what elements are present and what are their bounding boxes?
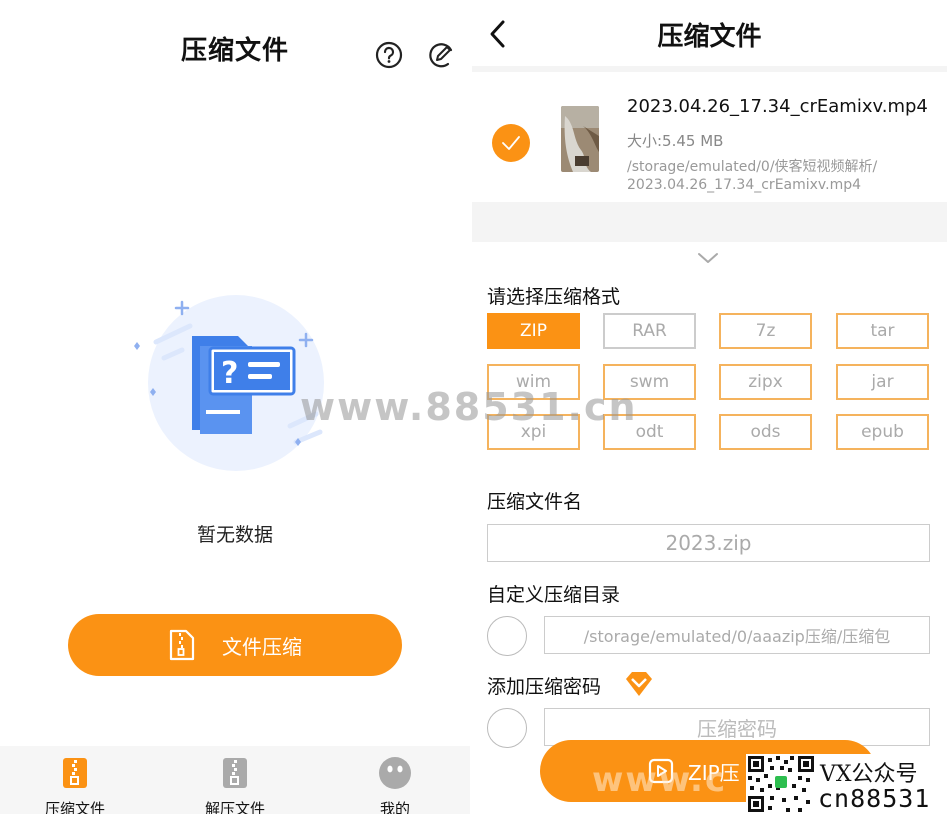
compress-file-label: 文件压缩 bbox=[222, 634, 302, 659]
file-path: /storage/emulated/0/侠客短视频解析/ 2023.04.26_… bbox=[627, 158, 927, 194]
empty-state-text: 暂无数据 bbox=[196, 524, 273, 546]
check-icon bbox=[502, 136, 520, 150]
promo-label: VX公众号 cn88531 bbox=[816, 754, 947, 814]
format-option-zip[interactable]: ZIP bbox=[487, 313, 580, 349]
file-checkbox[interactable] bbox=[492, 124, 530, 162]
watermark-bottom: www.c bbox=[592, 760, 728, 800]
format-option-epub[interactable]: epub bbox=[836, 414, 929, 450]
password-radio[interactable] bbox=[487, 708, 527, 748]
zip-document-icon bbox=[169, 629, 195, 661]
format-option-zipx[interactable]: zipx bbox=[719, 364, 812, 400]
video-thumbnail bbox=[561, 106, 599, 172]
compress-file-button[interactable]: 文件压缩 bbox=[68, 614, 402, 676]
format-option-7z[interactable]: 7z bbox=[719, 313, 812, 349]
password-section-label: 添加压缩密码 bbox=[487, 676, 602, 698]
nav-label-extract: 解压文件 bbox=[204, 800, 265, 814]
custom-directory-radio[interactable] bbox=[487, 616, 527, 656]
file-path-line-1: /storage/emulated/0/侠客短视频解析/ bbox=[627, 159, 878, 175]
vip-diamond-icon bbox=[626, 672, 652, 696]
page-title: 压缩文件 bbox=[657, 22, 762, 52]
chevron-down-icon[interactable] bbox=[696, 250, 720, 266]
format-option-rar[interactable]: RAR bbox=[603, 313, 696, 349]
edit-icon[interactable] bbox=[426, 40, 456, 70]
nav-item-extract[interactable]: 解压文件 bbox=[170, 752, 300, 814]
nav-item-compress[interactable]: 压缩文件 bbox=[10, 752, 140, 814]
directory-section-label: 自定义压缩目录 bbox=[487, 584, 621, 606]
watermark: www.88531.cn bbox=[300, 385, 638, 429]
file-size: 大小:5.45 MB bbox=[627, 132, 724, 150]
filename-section-label: 压缩文件名 bbox=[487, 491, 583, 513]
file-row[interactable]: 2023.04.26_17.34_crEamixv.mp4 大小:5.45 MB… bbox=[472, 72, 947, 202]
format-option-ods[interactable]: ods bbox=[719, 414, 812, 450]
help-icon[interactable] bbox=[374, 40, 404, 70]
file-name: 2023.04.26_17.34_crEamixv.mp4 bbox=[627, 96, 928, 117]
directory-input[interactable]: /storage/emulated/0/aaazip压缩/压缩包 bbox=[544, 616, 930, 654]
promo-line-2: cn88531 bbox=[818, 784, 931, 813]
filename-input[interactable]: 2023.zip bbox=[487, 524, 930, 562]
file-path-line-2: 2023.04.26_17.34_crEamixv.mp4 bbox=[627, 177, 862, 193]
zip-file-icon bbox=[63, 758, 87, 788]
profile-icon bbox=[379, 757, 411, 789]
svg-text:?: ? bbox=[221, 356, 238, 391]
format-option-tar[interactable]: tar bbox=[836, 313, 929, 349]
format-option-jar[interactable]: jar bbox=[836, 364, 929, 400]
bottom-nav: 压缩文件 解压文件 我的 bbox=[0, 746, 470, 814]
nav-label-profile: 我的 bbox=[379, 800, 410, 814]
unzip-file-icon bbox=[223, 758, 247, 788]
selected-file-card: 2023.04.26_17.34_crEamixv.mp4 大小:5.45 MB… bbox=[472, 66, 947, 242]
qr-code bbox=[746, 754, 816, 814]
nav-item-profile[interactable]: 我的 bbox=[330, 752, 460, 814]
format-section-label: 请选择压缩格式 bbox=[487, 286, 621, 308]
nav-label-compress: 压缩文件 bbox=[44, 800, 105, 814]
